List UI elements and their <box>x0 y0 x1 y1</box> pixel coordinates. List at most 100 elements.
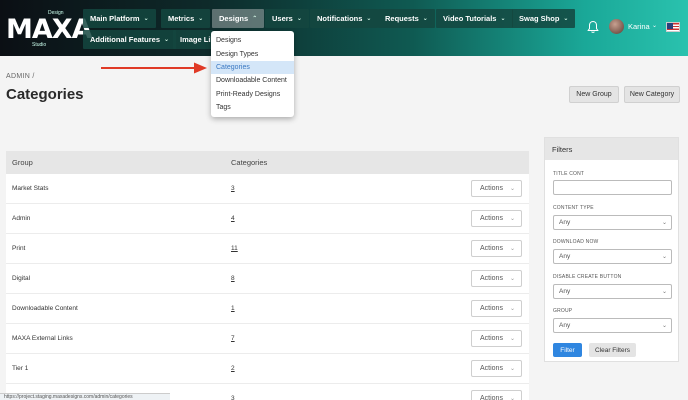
filter-button[interactable]: Filter <box>553 343 582 357</box>
menu-item-tags[interactable]: Tags <box>211 101 294 114</box>
chevron-down-icon: ⌄ <box>661 254 667 260</box>
download-now-label: DOWNLOAD NOW <box>553 239 599 245</box>
annotation-arrow-icon <box>101 62 207 74</box>
actions-label: Actions <box>480 185 503 192</box>
menu-item-categories[interactable]: Categories <box>211 60 294 75</box>
chevron-up-icon: ⌃ <box>252 16 258 22</box>
row-actions-button[interactable]: Actions ⌄ <box>471 180 522 197</box>
nav-additional-features[interactable]: Additional Features ⌄ <box>83 30 177 49</box>
row-category-count-link[interactable]: 2 <box>231 365 235 372</box>
nav-metrics[interactable]: Metrics ⌄ <box>161 9 211 28</box>
nav-notifications[interactable]: Notifications ⌄ <box>310 9 379 28</box>
table-row: Admin 4 Actions ⌄ <box>6 204 529 234</box>
chevron-down-icon: ⌄ <box>509 366 515 372</box>
row-actions-button[interactable]: Actions ⌄ <box>471 210 522 227</box>
disable-create-button-value: Any <box>559 288 571 295</box>
download-now-value: Any <box>559 253 571 260</box>
chevron-down-icon: ⌄ <box>296 16 302 22</box>
chevron-down-icon: ⌄ <box>563 16 569 22</box>
row-category-count-link[interactable]: 4 <box>231 215 235 222</box>
actions-label: Actions <box>480 275 503 282</box>
download-now-select[interactable]: Any ⌄ <box>553 249 672 264</box>
row-actions-button[interactable]: Actions ⌄ <box>471 390 522 400</box>
nav-users[interactable]: Users ⌄ <box>265 9 309 28</box>
row-actions-button[interactable]: Actions ⌄ <box>471 240 522 257</box>
chevron-down-icon: ⌄ <box>143 16 149 22</box>
maxa-logo[interactable]: MAXA Design Studio <box>6 10 92 48</box>
table-row: Tier 1 2 Actions ⌄ <box>6 354 529 384</box>
title-cont-label: TITLE CONT <box>553 171 585 177</box>
column-header-categories[interactable]: Categories <box>231 158 267 167</box>
chevron-down-icon: ⌄ <box>509 306 515 312</box>
categories-table: Group Categories Market Stats 3 Actions ⌄… <box>6 151 529 400</box>
row-actions-button[interactable]: Actions ⌄ <box>471 270 522 287</box>
menu-item-design-types[interactable]: Design Types <box>211 47 294 60</box>
page-title: Categories <box>6 86 84 103</box>
actions-label: Actions <box>480 395 503 400</box>
row-category-count-link[interactable]: 1 <box>231 305 235 312</box>
user-name[interactable]: Karina <box>628 22 650 31</box>
us-flag-icon[interactable] <box>666 22 680 32</box>
breadcrumb: ADMIN / <box>6 73 35 80</box>
chevron-down-icon: ⌄ <box>661 289 667 295</box>
bell-icon[interactable] <box>587 20 599 34</box>
chevron-down-icon: ⌄ <box>164 37 170 43</box>
nav-requests[interactable]: Requests ⌄ <box>378 9 435 28</box>
chevron-down-icon: ⌄ <box>661 220 667 226</box>
row-actions-button[interactable]: Actions ⌄ <box>471 360 522 377</box>
menu-item-print-ready-designs[interactable]: Print-Ready Designs <box>211 88 294 101</box>
actions-label: Actions <box>480 365 503 372</box>
row-actions-button[interactable]: Actions ⌄ <box>471 300 522 317</box>
logo-tagline-bottom: Studio <box>32 42 47 48</box>
nav-image-library[interactable]: Image Lib <box>173 30 213 49</box>
row-category-count-link[interactable]: 11 <box>231 245 238 252</box>
actions-label: Actions <box>480 335 503 342</box>
nav-video-tutorials[interactable]: Video Tutorials ⌄ <box>436 9 513 28</box>
nav-label: Video Tutorials <box>443 14 497 23</box>
nav-swag-shop[interactable]: Swag Shop ⌄ <box>512 9 576 28</box>
table-row: Market Stats 3 Actions ⌄ <box>6 174 529 204</box>
nav-designs[interactable]: Designs ⌃ <box>212 9 265 28</box>
row-group-name: Market Stats <box>12 185 49 192</box>
disable-create-button-select[interactable]: Any ⌄ <box>553 284 672 299</box>
breadcrumb-admin[interactable]: ADMIN <box>6 73 30 80</box>
chevron-down-icon: ⌄ <box>422 16 428 22</box>
menu-item-designs[interactable]: Designs <box>211 34 294 47</box>
row-category-count-link[interactable]: 3 <box>231 395 235 400</box>
avatar[interactable] <box>609 19 624 34</box>
chevron-down-icon: ⌄ <box>500 16 506 22</box>
row-group-name: Downloadable Content <box>12 305 78 312</box>
clear-filters-button[interactable]: Clear Filters <box>589 343 636 357</box>
table-row: Print 11 Actions ⌄ <box>6 234 529 264</box>
actions-label: Actions <box>480 305 503 312</box>
content-type-label: CONTENT TYPE <box>553 205 594 211</box>
breadcrumb-separator: / <box>32 73 35 80</box>
chevron-down-icon: ⌄ <box>366 16 372 22</box>
table-row: MAXA External Links 7 Actions ⌄ <box>6 324 529 354</box>
chevron-down-icon[interactable]: ⌄ <box>652 22 657 29</box>
row-actions-button[interactable]: Actions ⌄ <box>471 330 522 347</box>
row-category-count-link[interactable]: 3 <box>231 185 235 192</box>
new-category-button[interactable]: New Category <box>624 86 680 103</box>
filters-panel: Filters TITLE CONT CONTENT TYPE Any ⌄ DO… <box>544 137 679 362</box>
actions-label: Actions <box>480 245 503 252</box>
nav-label: Main Platform <box>90 14 140 23</box>
column-header-group[interactable]: Group <box>12 158 33 167</box>
title-cont-input[interactable] <box>553 180 672 195</box>
new-group-button[interactable]: New Group <box>569 86 619 103</box>
disable-create-button-label: DISABLE CREATE BUTTON <box>553 274 622 280</box>
chevron-down-icon: ⌄ <box>509 276 515 282</box>
row-category-count-link[interactable]: 8 <box>231 275 235 282</box>
group-select[interactable]: Any ⌄ <box>553 318 672 333</box>
menu-item-downloadable-content[interactable]: Downloadable Content <box>211 74 294 87</box>
logo-wordmark: MAXA <box>6 14 92 45</box>
chevron-down-icon: ⌄ <box>509 216 515 222</box>
chevron-down-icon: ⌄ <box>661 323 667 329</box>
chevron-down-icon: ⌄ <box>509 186 515 192</box>
actions-label: Actions <box>480 215 503 222</box>
content-type-select[interactable]: Any ⌄ <box>553 215 672 230</box>
row-category-count-link[interactable]: 7 <box>231 335 235 342</box>
filters-title: Filters <box>545 138 678 160</box>
chevron-down-icon: ⌄ <box>509 246 515 252</box>
nav-main-platform[interactable]: Main Platform ⌄ <box>83 9 156 28</box>
